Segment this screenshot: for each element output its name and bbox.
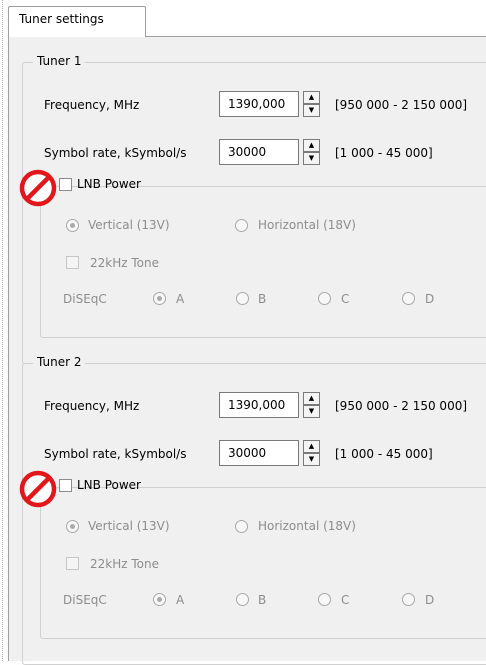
spin-down-icon[interactable]: ▼ bbox=[303, 152, 320, 165]
tone-label: 22kHz Tone bbox=[90, 256, 159, 270]
symbol-rate-label: Symbol rate, kSymbol/s bbox=[44, 447, 187, 461]
tuner-title: Tuner 1 bbox=[33, 54, 86, 68]
prohibited-icon bbox=[19, 169, 57, 207]
lnb-power-checkbox[interactable] bbox=[59, 479, 72, 492]
spin-down-icon[interactable]: ▼ bbox=[303, 453, 320, 466]
vertical-label: Vertical (13V) bbox=[88, 519, 170, 533]
frequency-input[interactable]: 1390,000 bbox=[219, 392, 299, 418]
diseqc-label-a: A bbox=[176, 593, 185, 607]
symbol-rate-input[interactable]: 30000 bbox=[219, 440, 299, 466]
diseqc-radio-b[interactable] bbox=[236, 593, 249, 606]
horizontal-radio[interactable] bbox=[235, 520, 248, 533]
frequency-label: Frequency, MHz bbox=[44, 399, 140, 413]
lnb-power-label: LNB Power bbox=[77, 177, 141, 191]
horizontal-radio[interactable] bbox=[235, 219, 248, 232]
diseqc-label-b: B bbox=[258, 593, 267, 607]
tab-tuner-settings[interactable]: Tuner settings bbox=[8, 6, 146, 37]
lnb-power-checkbox[interactable] bbox=[59, 178, 72, 191]
diseqc-label-c: C bbox=[341, 593, 350, 607]
symbol-rate-input[interactable]: 30000 bbox=[219, 139, 299, 165]
tone-checkbox[interactable] bbox=[66, 557, 79, 570]
horizontal-label: Horizontal (18V) bbox=[258, 519, 356, 533]
frequency-spin-buttons: ▲ ▼ bbox=[303, 91, 320, 117]
symbol-rate-label: Symbol rate, kSymbol/s bbox=[44, 146, 187, 160]
spin-down-icon[interactable]: ▼ bbox=[303, 104, 320, 117]
vertical-label: Vertical (13V) bbox=[88, 218, 170, 232]
spin-down-icon[interactable]: ▼ bbox=[303, 405, 320, 418]
symbol-rate-range: [1 000 - 45 000] bbox=[335, 146, 433, 160]
lnb-power-label: LNB Power bbox=[77, 478, 141, 492]
symbol-rate-range: [1 000 - 45 000] bbox=[335, 447, 433, 461]
symbol-rate-spin-buttons: ▲ ▼ bbox=[303, 440, 320, 466]
diseqc-radio-a[interactable] bbox=[153, 593, 166, 606]
frequency-range: [950 000 - 2 150 000] bbox=[335, 98, 468, 112]
spin-up-icon[interactable]: ▲ bbox=[303, 91, 320, 104]
frequency-spin-buttons: ▲ ▼ bbox=[303, 392, 320, 418]
tuner-title: Tuner 2 bbox=[33, 355, 86, 369]
vertical-radio[interactable] bbox=[66, 520, 79, 533]
tab-label: Tuner settings bbox=[19, 12, 104, 26]
diseqc-label: DiSEqC bbox=[63, 593, 107, 607]
vertical-radio[interactable] bbox=[66, 219, 79, 232]
frequency-range: [950 000 - 2 150 000] bbox=[335, 399, 468, 413]
symbol-rate-spin-buttons: ▲ ▼ bbox=[303, 139, 320, 165]
diseqc-radio-c[interactable] bbox=[318, 593, 331, 606]
spin-up-icon[interactable]: ▲ bbox=[303, 440, 320, 453]
tone-label: 22kHz Tone bbox=[90, 557, 159, 571]
frequency-input[interactable]: 1390,000 bbox=[219, 91, 299, 117]
tone-checkbox[interactable] bbox=[66, 256, 79, 269]
spin-up-icon[interactable]: ▲ bbox=[303, 392, 320, 405]
spin-up-icon[interactable]: ▲ bbox=[303, 139, 320, 152]
frequency-label: Frequency, MHz bbox=[44, 98, 140, 112]
diseqc-label-d: D bbox=[425, 593, 435, 607]
tuner-2-section: Tuner 2 Frequency, MHz 1390,000 ▲ ▼ [950… bbox=[0, 301, 486, 665]
diseqc-radio-d[interactable] bbox=[402, 593, 415, 606]
horizontal-label: Horizontal (18V) bbox=[258, 218, 356, 232]
prohibited-icon bbox=[19, 470, 57, 508]
